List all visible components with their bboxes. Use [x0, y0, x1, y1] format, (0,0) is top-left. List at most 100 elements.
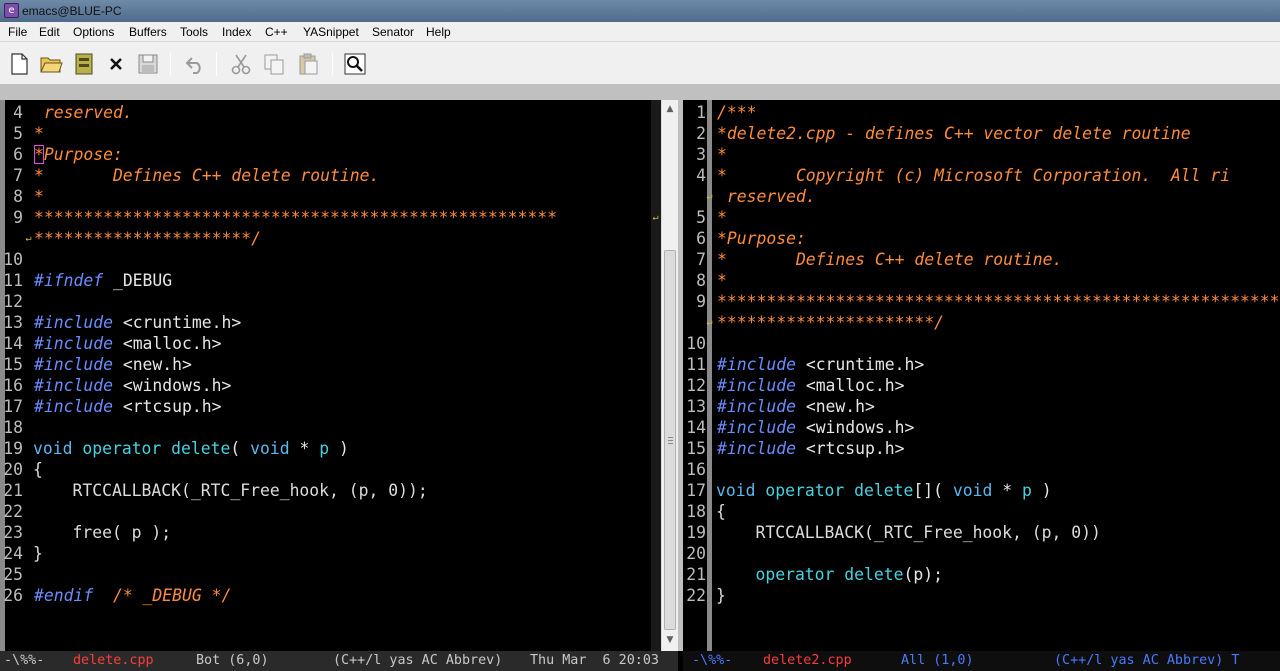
- code-line: void operator delete( void * p ): [33, 439, 349, 458]
- modified-status: -\%%-: [692, 653, 733, 668]
- line-number: 11: [686, 355, 706, 374]
- line-number: 14: [3, 334, 23, 353]
- scrollbar-grip: [668, 440, 673, 441]
- line-number: 14: [686, 418, 706, 437]
- left-mode-line[interactable]: -\%%- delete.cpp Bot (6,0) (C++/l yas AC…: [0, 651, 678, 671]
- code-line: * Copyright (c) Microsoft Corporation. A…: [717, 166, 1231, 185]
- undo-icon[interactable]: [183, 52, 207, 76]
- line-number: 10: [3, 250, 23, 269]
- code-line: *: [34, 187, 44, 206]
- line-number: 5: [13, 124, 23, 143]
- line-number: 20: [686, 544, 706, 563]
- code-line: #include <malloc.h>: [717, 376, 905, 395]
- line-number: 5: [696, 208, 706, 227]
- line-number: 19: [3, 439, 23, 458]
- line-number: 16: [686, 460, 706, 479]
- menu-help[interactable]: Help: [426, 25, 451, 39]
- buffer-name[interactable]: delete.cpp: [73, 651, 154, 671]
- code-line: * Defines C++ delete routine.: [34, 166, 380, 185]
- toolbar-separator: [332, 52, 333, 76]
- line-number: 26: [3, 586, 23, 605]
- code-line: {: [716, 502, 726, 521]
- code-line: #endif /* _DEBUG */: [34, 586, 232, 605]
- code-line: *: [717, 208, 727, 227]
- emacs-app-icon: e: [4, 3, 19, 18]
- paste-icon[interactable]: [296, 52, 320, 76]
- new-file-icon[interactable]: [7, 52, 31, 76]
- toolbar-separator: [170, 52, 171, 76]
- menu-index[interactable]: Index: [222, 25, 251, 39]
- cursor-position: All (1,0): [901, 653, 974, 668]
- line-wrap-icon: ↵: [652, 212, 659, 223]
- right-editor-window[interactable]: 1 2 3 4 5 6 7 8 9 10 11 12 13 14 15 16 1…: [683, 100, 1280, 651]
- copy-icon[interactable]: [262, 52, 286, 76]
- code-line: #include <new.h>: [717, 397, 875, 416]
- code-line: * Defines C++ delete routine.: [717, 250, 1063, 269]
- cut-icon[interactable]: [229, 52, 253, 76]
- save-icon[interactable]: [136, 52, 160, 76]
- menu-senator[interactable]: Senator: [372, 25, 414, 39]
- code-line: }: [33, 544, 43, 563]
- code-line: /***: [717, 103, 757, 122]
- code-line: *: [717, 271, 727, 290]
- cursor-position: Bot (6,0): [196, 653, 269, 668]
- line-number: 25: [3, 565, 23, 584]
- line-number: 1: [696, 103, 706, 122]
- line-number: 24: [3, 544, 23, 563]
- vertical-scrollbar[interactable]: ▲ ▼: [661, 100, 678, 651]
- right-fringe: [651, 100, 661, 651]
- menu-yasnippet[interactable]: YASnippet: [303, 25, 359, 39]
- code-line: free( p );: [33, 523, 172, 542]
- code-line: #include <rtcsup.h>: [34, 397, 222, 416]
- line-number: 23: [3, 523, 23, 542]
- clock: Thu Mar 6 20:03: [530, 653, 659, 668]
- code-line: }: [716, 586, 726, 605]
- code-line: ****************************************…: [34, 208, 558, 227]
- code-line: *: [717, 145, 727, 164]
- line-number: 7: [696, 250, 706, 269]
- line-number: 21: [3, 481, 23, 500]
- line-number: 2: [696, 124, 706, 143]
- scroll-up-arrow-icon[interactable]: ▲: [665, 104, 675, 114]
- menu-options[interactable]: Options: [73, 25, 114, 39]
- code-line: #include <rtcsup.h>: [717, 439, 905, 458]
- scrollbar-thumb[interactable]: [664, 250, 676, 630]
- line-number: 12: [686, 376, 706, 395]
- major-mode[interactable]: (C++/l yas AC Abbrev) T: [1054, 651, 1239, 671]
- menu-cpp[interactable]: C++: [265, 25, 288, 39]
- dired-icon[interactable]: [72, 52, 96, 76]
- line-number: 4: [13, 103, 23, 122]
- modified-status: -\%%-: [4, 653, 45, 668]
- close-icon[interactable]: [104, 52, 128, 76]
- menu-buffers[interactable]: Buffers: [129, 25, 167, 39]
- menu-tools[interactable]: Tools: [180, 25, 208, 39]
- right-mode-line[interactable]: -\%%- delete2.cpp All (1,0) (C++/l yas A…: [683, 651, 1280, 671]
- code-line: void operator delete[]( void * p ): [716, 481, 1052, 500]
- line-number: 8: [13, 187, 23, 206]
- line-number: 7: [13, 166, 23, 185]
- menu-file[interactable]: File: [8, 25, 27, 39]
- open-folder-icon[interactable]: [39, 52, 63, 76]
- major-mode[interactable]: (C++/l yas AC Abbrev): [333, 651, 502, 671]
- code-line: *Purpose:: [34, 145, 123, 164]
- code-line: #ifndef _DEBUG: [34, 271, 173, 290]
- line-number: 4: [696, 166, 706, 185]
- line-number: 20: [3, 460, 23, 479]
- left-editor-window[interactable]: 4 5 6 7 8 9 10 11 12 13 14 15 16 17 18 1…: [0, 100, 661, 651]
- buffer-name[interactable]: delete2.cpp: [763, 651, 852, 671]
- line-number: 6: [13, 145, 23, 164]
- menu-edit[interactable]: Edit: [39, 25, 60, 39]
- search-icon[interactable]: [343, 52, 367, 76]
- line-number: 15: [686, 439, 706, 458]
- line-continuation-icon: ↵: [25, 233, 32, 244]
- window-titlebar: e emacs@BLUE-PC: [0, 0, 1280, 22]
- code-line: {: [33, 460, 43, 479]
- line-number: 18: [686, 502, 706, 521]
- scroll-down-arrow-icon[interactable]: ▼: [665, 635, 675, 645]
- code-line: RTCCALLBACK(_RTC_Free_hook, (p, 0));: [33, 481, 428, 500]
- left-fringe: [707, 100, 712, 651]
- line-number: 22: [686, 586, 706, 605]
- line-number: 3: [696, 145, 706, 164]
- line-number: 6: [696, 229, 706, 248]
- line-number: 19: [686, 523, 706, 542]
